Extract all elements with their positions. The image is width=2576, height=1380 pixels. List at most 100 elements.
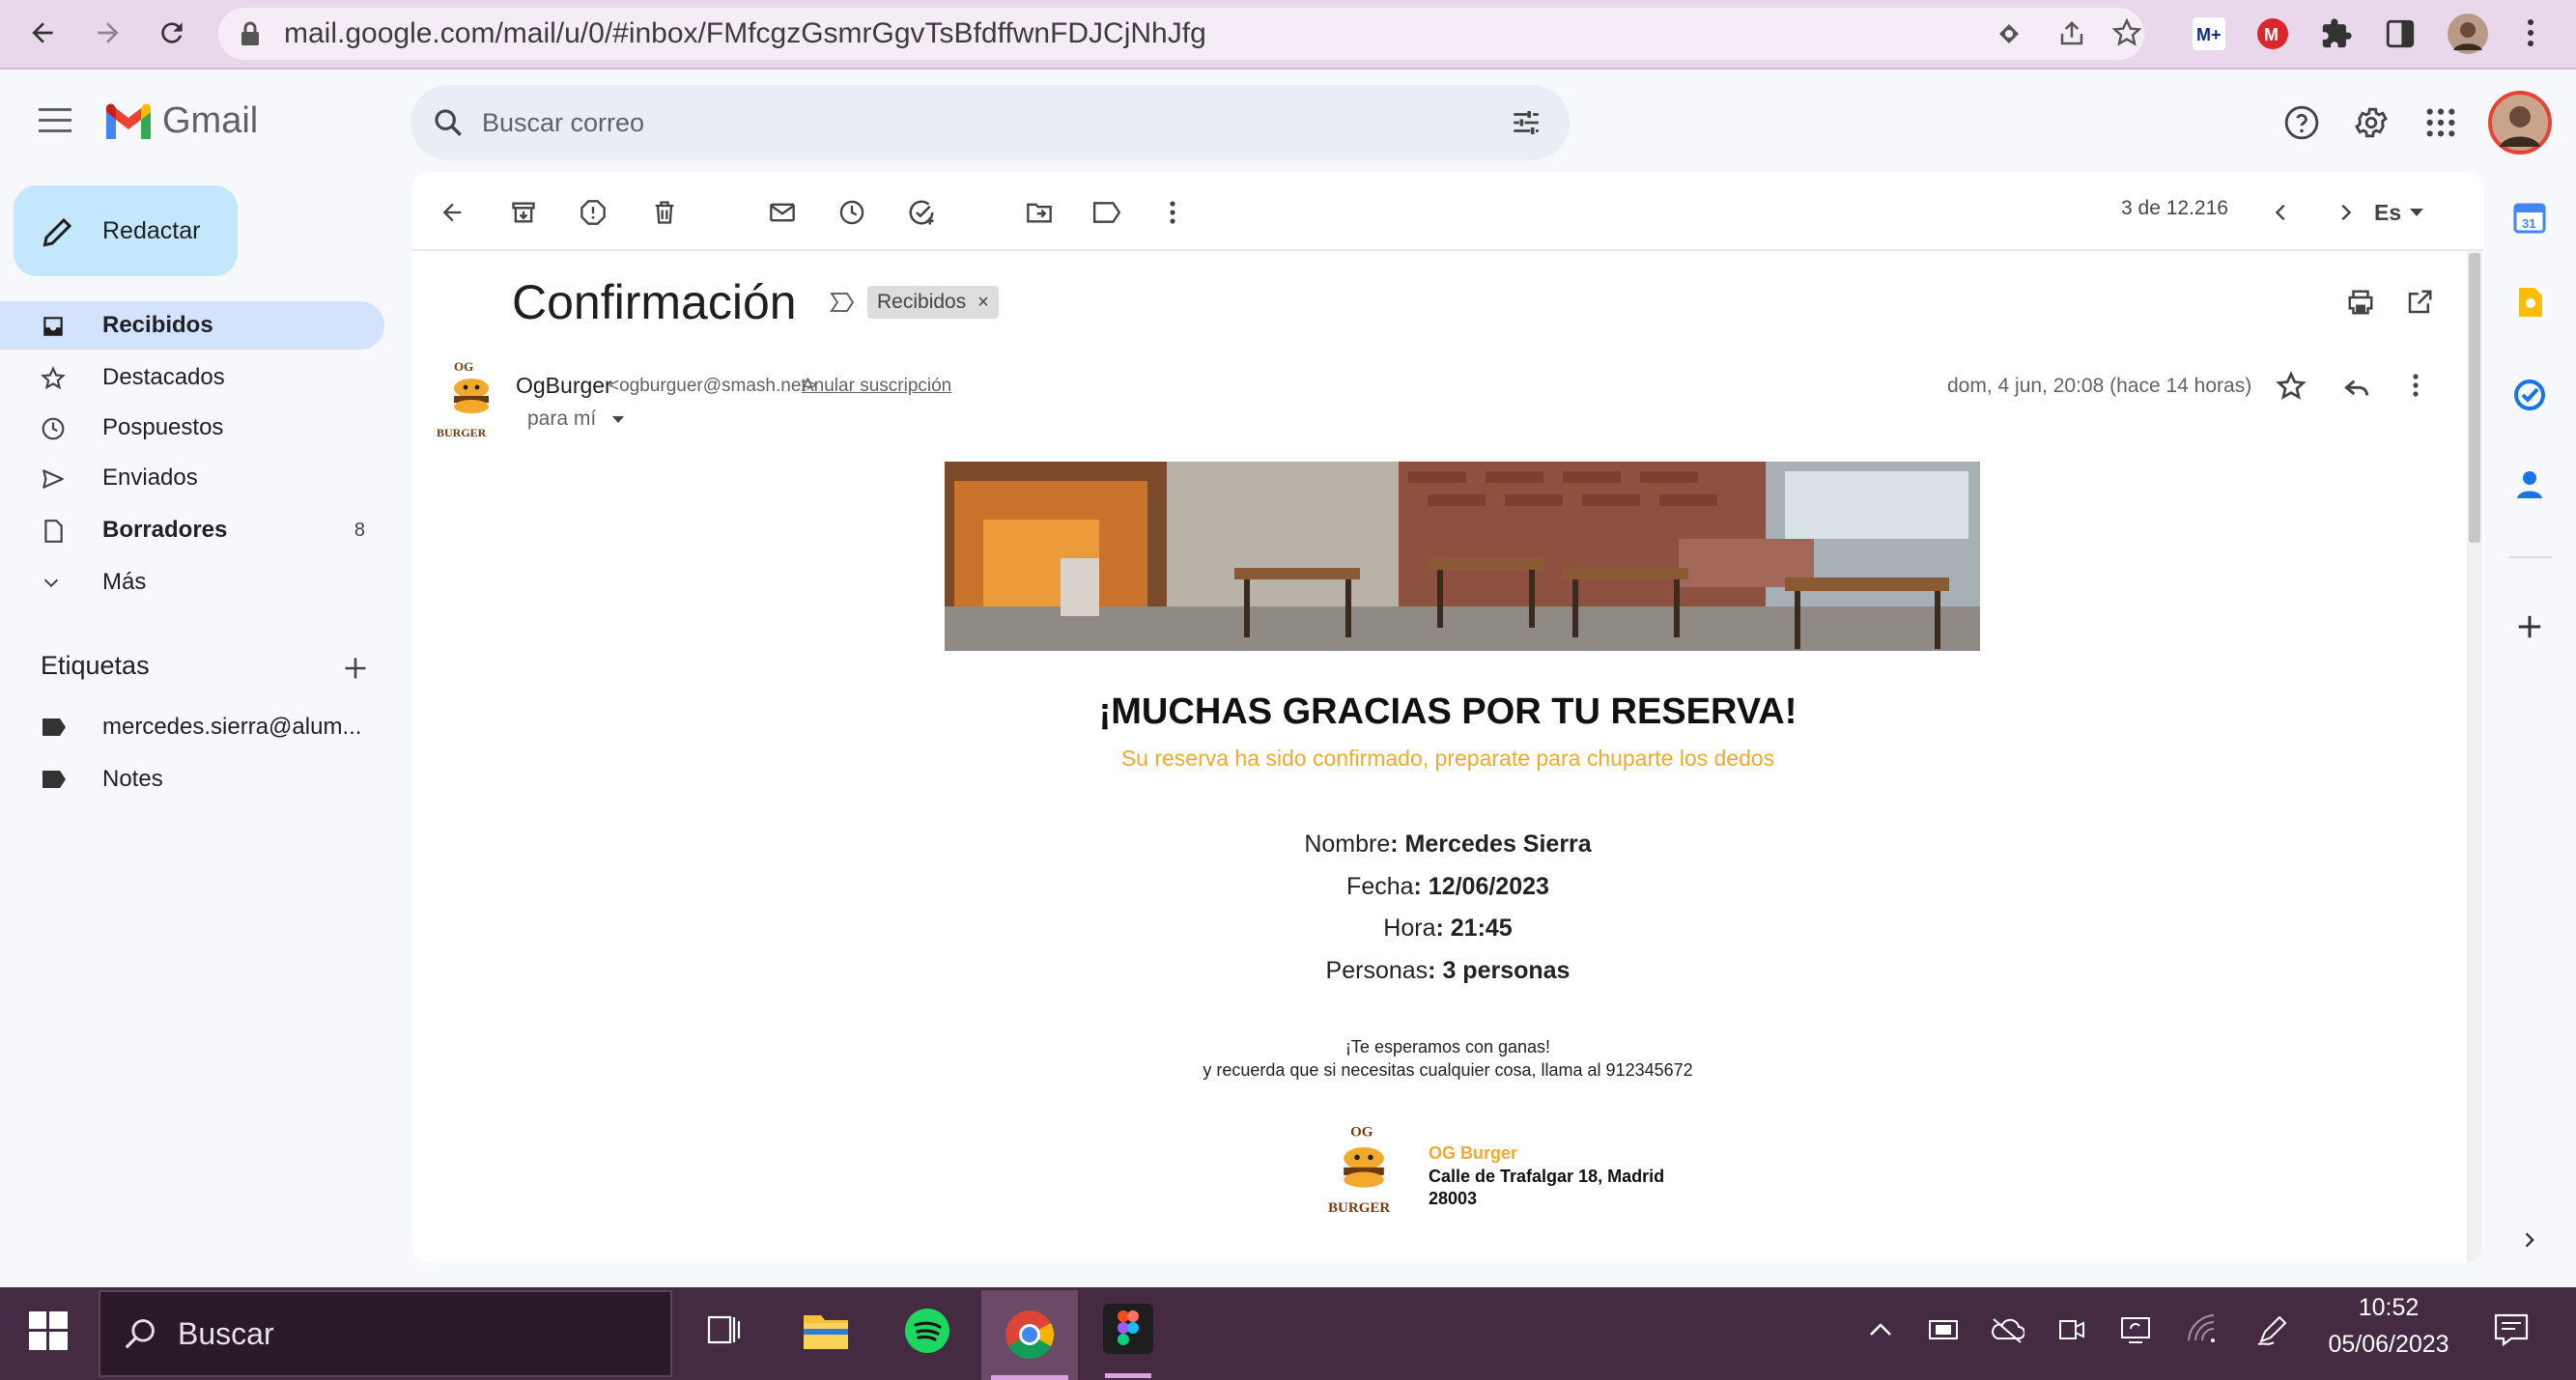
sidebar-item-inbox[interactable]: Recibidos: [0, 301, 384, 350]
reload-icon[interactable]: [153, 14, 191, 52]
add-label-icon[interactable]: [342, 655, 369, 682]
importance-marker-icon[interactable]: [829, 290, 856, 315]
side-panel-icon[interactable]: [2384, 17, 2417, 50]
file-explorer-icon[interactable]: [802, 1306, 850, 1352]
open-new-window-icon[interactable]: [2405, 288, 2434, 317]
sender-name[interactable]: OgBurger: [516, 373, 612, 399]
chrome-taskbar-button[interactable]: [981, 1290, 1078, 1380]
sidebar-label-notes[interactable]: Notes: [0, 755, 384, 803]
mega-extension-icon[interactable]: M: [2256, 17, 2289, 50]
task-view-icon[interactable]: [703, 1310, 744, 1350]
thanks-heading: ¡MUCHAS GRACIAS POR TU RESERVA!: [1098, 691, 1798, 732]
sender-avatar[interactable]: OG BURGER: [433, 355, 510, 442]
pager-count: 3 de 12.216: [2121, 197, 2228, 219]
lock-icon[interactable]: [240, 21, 261, 46]
clock-date[interactable]: 05/06/2023: [2310, 1331, 2467, 1359]
sidebar-item-snoozed[interactable]: Pospuestos: [0, 404, 384, 452]
recipient-text: para mí: [527, 408, 597, 430]
figma-active-indicator: [1105, 1373, 1151, 1378]
unsubscribe-link[interactable]: Anular suscripción: [802, 376, 951, 397]
recipient-details-toggle[interactable]: para mí: [527, 408, 625, 431]
older-chevron-icon[interactable]: [2326, 193, 2364, 232]
time-value: : 21:45: [1435, 915, 1513, 942]
add-to-tasks-icon[interactable]: [902, 193, 941, 232]
closing-line-2: y recuerda que si necesitas cualquier co…: [1203, 1060, 1693, 1080]
footer-address-line-2: 28003: [1429, 1189, 1478, 1208]
forward-icon[interactable]: [89, 14, 127, 52]
movistar-extension-icon[interactable]: M+: [2193, 17, 2225, 50]
browser-toolbar: mail.google.com/mail/u/0/#inbox/FMfcgzGs…: [0, 0, 2576, 70]
message-more-icon[interactable]: [2411, 371, 2420, 400]
url-text: mail.google.com/mail/u/0/#inbox/FMfcgzGs…: [284, 17, 1206, 49]
remove-label-icon[interactable]: ×: [977, 292, 989, 313]
inbox-label-chip[interactable]: Recibidos ×: [867, 286, 999, 319]
sidebar-label-text: mercedes.sierra@alum...: [102, 714, 362, 740]
get-addons-icon[interactable]: [2515, 612, 2544, 641]
sidebar-item-starred[interactable]: Destacados: [0, 353, 384, 402]
contacts-app-icon[interactable]: [2513, 467, 2546, 500]
sidebar-item-sent[interactable]: Enviados: [0, 454, 384, 502]
mark-unread-icon[interactable]: [763, 193, 802, 232]
tasks-app-icon[interactable]: [2513, 379, 2546, 411]
reply-icon[interactable]: [2341, 371, 2372, 402]
keep-app-icon[interactable]: [2513, 286, 2546, 319]
browser-menu-icon[interactable]: [2521, 15, 2540, 50]
google-apps-icon[interactable]: [2424, 106, 2457, 139]
label-icon[interactable]: [1088, 193, 1126, 232]
sidebar-item-label: Borradores: [102, 517, 228, 543]
settings-gear-icon[interactable]: [2353, 104, 2390, 141]
archive-icon[interactable]: [504, 193, 543, 232]
report-spam-icon[interactable]: [574, 193, 612, 232]
back-icon[interactable]: [23, 14, 62, 52]
more-options-icon[interactable]: [1153, 193, 1192, 232]
scrollbar-thumb[interactable]: [2469, 253, 2480, 543]
taskbar-search-box[interactable]: Buscar: [99, 1290, 672, 1377]
clock-time[interactable]: 10:52: [2326, 1294, 2451, 1322]
account-avatar[interactable]: [2488, 91, 2552, 155]
device-tray-icon[interactable]: [1926, 1315, 1961, 1344]
calendar-app-icon[interactable]: 31: [2513, 201, 2546, 234]
profile-avatar-icon[interactable]: [2448, 14, 2488, 54]
pen-ink-icon[interactable]: [2256, 1313, 2289, 1346]
display-sync-icon[interactable]: [2119, 1313, 2152, 1346]
search-mail-box[interactable]: Buscar correo: [410, 85, 1570, 160]
date-value: : 12/06/2023: [1413, 873, 1549, 900]
search-icon[interactable]: [432, 106, 465, 139]
main-menu-icon[interactable]: [39, 106, 73, 135]
windows-start-icon[interactable]: [29, 1311, 68, 1350]
spotify-icon[interactable]: [904, 1308, 950, 1354]
search-input[interactable]: Buscar correo: [482, 85, 644, 160]
input-tools-button[interactable]: Es: [2374, 193, 2451, 232]
show-hidden-icons-icon[interactable]: [1866, 1315, 1895, 1344]
delete-icon[interactable]: [645, 193, 684, 232]
compose-button[interactable]: Redactar: [14, 185, 238, 276]
star-icon[interactable]: [2276, 371, 2307, 402]
back-to-inbox-icon[interactable]: [433, 193, 471, 232]
wifi-icon[interactable]: [2185, 1313, 2218, 1344]
meet-now-icon[interactable]: [2057, 1315, 2086, 1344]
newer-chevron-icon[interactable]: [2262, 193, 2301, 232]
help-icon[interactable]: [2283, 104, 2320, 141]
extension-eye-icon[interactable]: [1996, 20, 2023, 47]
onedrive-icon[interactable]: [1990, 1315, 2024, 1344]
gmail-logo[interactable]: [102, 100, 155, 141]
expand-panel-chevron-icon[interactable]: [2519, 1230, 2538, 1250]
print-icon[interactable]: [2345, 288, 2376, 317]
bookmark-star-icon[interactable]: [2111, 17, 2142, 48]
sidebar-label-mercedes[interactable]: mercedes.sierra@alum...: [0, 703, 384, 751]
share-icon[interactable]: [2057, 19, 2086, 48]
sidebar-item-more[interactable]: Más: [0, 558, 384, 606]
search-options-icon[interactable]: [1510, 106, 1543, 139]
confirmation-subtitle: Su reserva ha sido confirmado, preparate…: [1120, 746, 1775, 771]
move-to-icon[interactable]: [1020, 193, 1059, 232]
message-panel: 3 de 12.216 Es Confirmación Recibidos × …: [411, 172, 2484, 1263]
chrome-active-indicator: [991, 1375, 1068, 1380]
notifications-icon[interactable]: [2492, 1310, 2531, 1348]
figma-icon[interactable]: [1103, 1304, 1153, 1378]
taskbar-search-input[interactable]: Buscar: [178, 1292, 274, 1375]
snooze-icon[interactable]: [833, 193, 871, 232]
side-apps-panel: 31: [2492, 172, 2569, 1263]
extensions-puzzle-icon[interactable]: [2320, 17, 2353, 50]
sidebar-item-drafts[interactable]: Borradores 8: [0, 506, 384, 554]
address-bar[interactable]: mail.google.com/mail/u/0/#inbox/FMfcgzGs…: [218, 8, 2144, 60]
